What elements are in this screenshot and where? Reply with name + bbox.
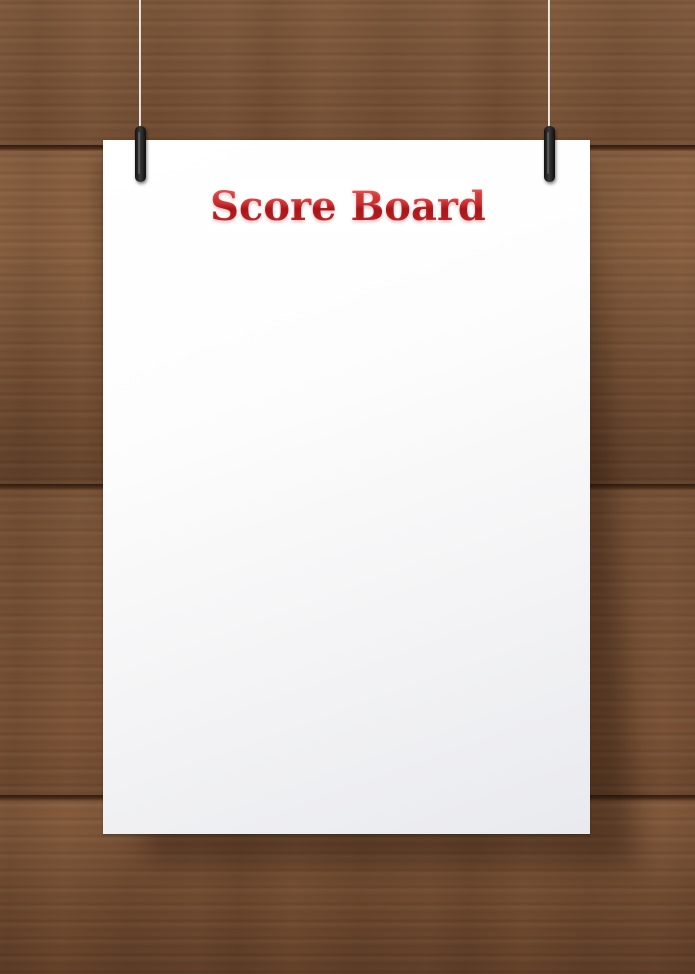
scoreboard-title: Score Board [207,181,489,232]
hanging-string-right [548,0,550,140]
binder-clip-right-icon [544,126,555,182]
scoreboard-poster: Score Board [103,140,590,834]
binder-clip-left-icon [135,126,146,182]
hanging-string-left [139,0,141,140]
wood-plank [0,0,695,145]
scoreboard-title-box: Score Board [207,181,489,232]
